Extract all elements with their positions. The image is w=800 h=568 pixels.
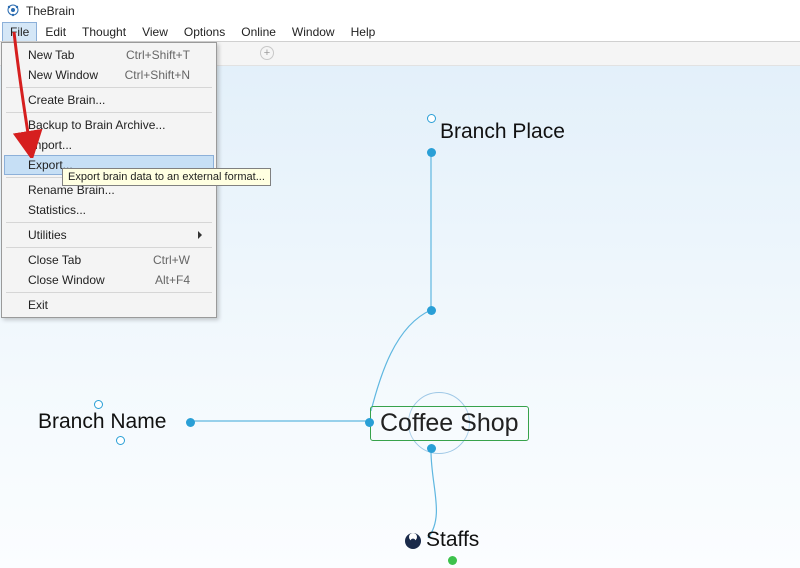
menu-item-create-brain[interactable]: Create Brain... — [4, 90, 214, 110]
menu-item-statistics[interactable]: Statistics... — [4, 200, 214, 220]
menu-item-new-tab[interactable]: New TabCtrl+Shift+T — [4, 45, 214, 65]
menu-separator — [6, 222, 212, 223]
node-branch-name[interactable]: Branch Name — [38, 410, 166, 434]
node-branch-name-right-port[interactable] — [186, 418, 195, 427]
menu-item-exit[interactable]: Exit — [4, 295, 214, 315]
menu-separator — [6, 292, 212, 293]
menu-item-export-tooltip: Export brain data to an external format.… — [62, 168, 271, 186]
node-staffs-icon — [404, 532, 422, 550]
menu-separator — [6, 247, 212, 248]
node-staffs[interactable]: Staffs — [426, 528, 479, 552]
app-title: TheBrain — [26, 4, 75, 18]
center-port-left[interactable] — [365, 418, 374, 427]
menu-item-close-window[interactable]: Close WindowAlt+F4 — [4, 270, 214, 290]
node-branch-place[interactable]: Branch Place — [440, 120, 565, 144]
menu-thought[interactable]: Thought — [74, 22, 134, 41]
center-port-top[interactable] — [427, 306, 436, 315]
node-coffee-shop[interactable]: Coffee Shop — [370, 406, 529, 441]
menu-options[interactable]: Options — [176, 22, 233, 41]
node-staffs-bottom-port[interactable] — [448, 556, 457, 565]
center-port-bottom[interactable] — [427, 444, 436, 453]
node-branch-name-bottom-port[interactable] — [116, 436, 125, 445]
node-branch-name-top-port[interactable] — [94, 400, 103, 409]
menu-item-utilities[interactable]: Utilities — [4, 225, 214, 245]
menu-window[interactable]: Window — [284, 22, 343, 41]
menu-item-import[interactable]: Import... — [4, 135, 214, 155]
menu-online[interactable]: Online — [233, 22, 284, 41]
app-icon — [6, 3, 20, 20]
menu-edit[interactable]: Edit — [37, 22, 74, 41]
menu-help[interactable]: Help — [343, 22, 384, 41]
node-port-top-open[interactable] — [427, 114, 436, 123]
menu-separator — [6, 87, 212, 88]
menu-item-close-tab[interactable]: Close TabCtrl+W — [4, 250, 214, 270]
node-port-top-fill[interactable] — [427, 148, 436, 157]
menu-item-new-window[interactable]: New WindowCtrl+Shift+N — [4, 65, 214, 85]
menu-file[interactable]: File — [2, 22, 37, 41]
title-bar: TheBrain — [0, 0, 800, 22]
menu-item-backup[interactable]: Backup to Brain Archive... — [4, 115, 214, 135]
add-tab-button[interactable]: + — [260, 46, 274, 60]
menu-view[interactable]: View — [134, 22, 176, 41]
menu-bar: File Edit Thought View Options Online Wi… — [0, 22, 800, 42]
menu-separator — [6, 112, 212, 113]
